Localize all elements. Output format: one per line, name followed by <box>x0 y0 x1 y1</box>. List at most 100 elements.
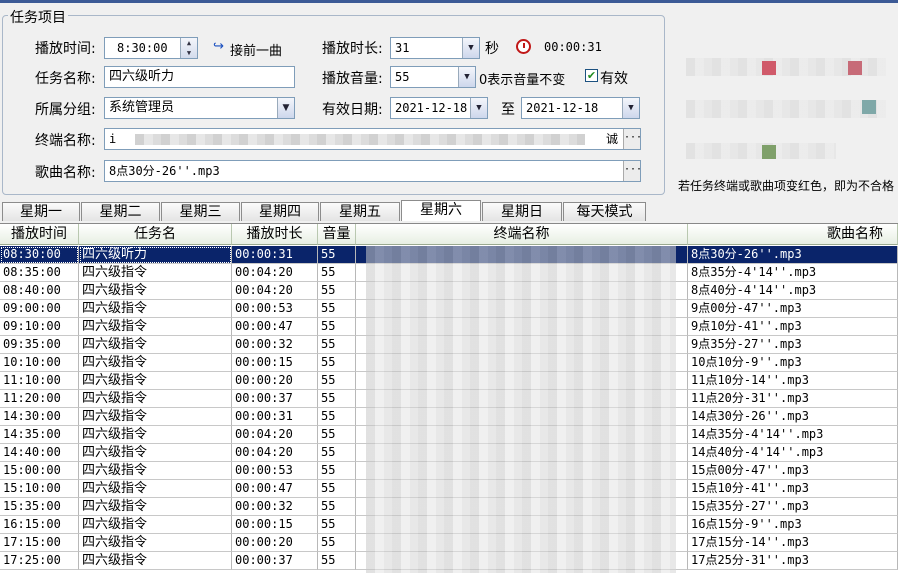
cell-song: 17点25分-31''.mp3 <box>688 552 898 570</box>
cell-time: 11:20:00 <box>0 390 79 408</box>
chevron-down-icon[interactable]: ▼ <box>622 98 639 118</box>
cell-time: 14:40:00 <box>0 444 79 462</box>
column-header-task-name[interactable]: 任务名 <box>79 224 232 245</box>
cell-time: 16:15:00 <box>0 516 79 534</box>
cell-duration: 00:00:47 <box>232 480 318 498</box>
cell-duration: 00:00:20 <box>232 534 318 552</box>
cell-time: 15:10:00 <box>0 480 79 498</box>
chevron-down-icon[interactable]: ▼ <box>462 38 479 58</box>
column-header-terminal[interactable]: 终端名称 <box>356 224 688 245</box>
volume-label: 播放音量: <box>322 71 383 87</box>
group-title: 任务项目 <box>8 7 68 27</box>
cell-time: 11:10:00 <box>0 372 79 390</box>
cell-task-name: 四六级指令 <box>79 516 232 534</box>
cell-time: 08:35:00 <box>0 264 79 282</box>
cell-task-name: 四六级指令 <box>79 390 232 408</box>
duration-label: 播放时长: <box>322 41 383 57</box>
cell-duration: 00:00:31 <box>232 408 318 426</box>
tab-sunday[interactable]: 星期日 <box>482 202 562 221</box>
play-time-label: 播放时间: <box>35 41 96 57</box>
tab-wednesday[interactable]: 星期三 <box>161 202 240 221</box>
redacted-side-row <box>686 143 836 159</box>
play-time-spinner[interactable]: ▲ ▼ <box>180 38 197 58</box>
cell-duration: 00:00:37 <box>232 552 318 570</box>
cell-volume: 55 <box>318 264 356 282</box>
cell-time: 08:40:00 <box>0 282 79 300</box>
cell-song: 8点35分-4'14''.mp3 <box>688 264 898 282</box>
schedule-table: 播放时间 任务名 播放时长 音量 终端名称 歌曲名称 08:30:00 四六级听力… <box>0 223 898 573</box>
task-name-input[interactable]: 四六级听力 <box>104 66 295 88</box>
window-top-border <box>0 0 898 3</box>
column-header-volume[interactable]: 音量 <box>318 224 356 245</box>
color-swatch-green <box>762 145 776 159</box>
cell-task-name: 四六级指令 <box>79 282 232 300</box>
cell-volume: 55 <box>318 408 356 426</box>
terminal-browse-button[interactable]: ··· <box>623 129 640 149</box>
chevron-down-icon[interactable]: ▼ <box>277 98 294 118</box>
chevron-down-icon[interactable]: ▼ <box>470 98 487 118</box>
volume-select[interactable]: 55 ▼ <box>390 66 476 88</box>
cell-time: 15:00:00 <box>0 462 79 480</box>
group-select[interactable]: 系统管理员 ▼ <box>104 97 295 119</box>
tab-friday[interactable]: 星期五 <box>320 202 400 221</box>
cell-task-name: 四六级指令 <box>79 318 232 336</box>
tab-everyday-mode[interactable]: 每天模式 <box>563 202 646 221</box>
redacted-terminal-list <box>135 134 585 145</box>
cell-volume: 55 <box>318 426 356 444</box>
cell-task-name: 四六级指令 <box>79 426 232 444</box>
task-name-label: 任务名称: <box>35 71 96 87</box>
clock-icon <box>516 39 531 54</box>
side-note: 若任务终端或歌曲项变红色，即为不合格 <box>678 179 895 193</box>
cell-song: 8点30分-26''.mp3 <box>688 246 898 264</box>
follow-icon: ↪ <box>213 39 224 54</box>
column-header-time[interactable]: 播放时间 <box>0 224 79 245</box>
cell-volume: 55 <box>318 552 356 570</box>
date-from-picker[interactable]: 2021-12-18 ▼ <box>390 97 488 119</box>
cell-time: 14:30:00 <box>0 408 79 426</box>
seconds-label: 秒 <box>485 41 499 57</box>
song-label: 歌曲名称: <box>35 165 96 181</box>
duration-select[interactable]: 31 ▼ <box>390 37 480 59</box>
cell-task-name: 四六级指令 <box>79 300 232 318</box>
terminal-input[interactable]: i 诚 ··· <box>104 128 641 150</box>
date-to-picker[interactable]: 2021-12-18 ▼ <box>521 97 640 119</box>
cell-duration: 00:04:20 <box>232 282 318 300</box>
cell-song: 8点40分-4'14''.mp3 <box>688 282 898 300</box>
cell-song: 15点35分-27''.mp3 <box>688 498 898 516</box>
color-swatch-pink <box>848 61 862 75</box>
cell-task-name: 四六级指令 <box>79 498 232 516</box>
valid-checkbox[interactable]: ✔ <box>585 69 598 82</box>
cell-task-name: 四六级指令 <box>79 372 232 390</box>
cell-time: 17:25:00 <box>0 552 79 570</box>
cell-task-name: 四六级指令 <box>79 552 232 570</box>
color-swatch-red <box>762 61 776 75</box>
valid-label: 有效 <box>600 71 628 87</box>
tab-saturday[interactable]: 星期六 <box>401 200 481 221</box>
cell-song: 14点35分-4'14''.mp3 <box>688 426 898 444</box>
tab-thursday[interactable]: 星期四 <box>241 202 319 221</box>
cell-duration: 00:00:32 <box>232 498 318 516</box>
cell-task-name: 四六级指令 <box>79 264 232 282</box>
tab-tuesday[interactable]: 星期二 <box>81 202 160 221</box>
cell-time: 17:15:00 <box>0 534 79 552</box>
cell-song: 16点15分-9''.mp3 <box>688 516 898 534</box>
tab-monday[interactable]: 星期一 <box>2 202 80 221</box>
cell-time: 15:35:00 <box>0 498 79 516</box>
terminal-label: 终端名称: <box>35 133 96 149</box>
cell-duration: 00:00:53 <box>232 462 318 480</box>
song-input[interactable]: 8点30分-26''.mp3 ··· <box>104 160 641 182</box>
follow-prev-button[interactable]: 接前一曲 <box>230 40 282 59</box>
chevron-down-icon[interactable]: ▼ <box>458 67 475 87</box>
cell-song: 14点40分-4'14''.mp3 <box>688 444 898 462</box>
cell-volume: 55 <box>318 516 356 534</box>
song-browse-button[interactable]: ··· <box>623 161 640 181</box>
cell-song: 9点35分-27''.mp3 <box>688 336 898 354</box>
column-header-duration[interactable]: 播放时长 <box>232 224 318 245</box>
cell-song: 10点10分-9''.mp3 <box>688 354 898 372</box>
cell-task-name: 四六级指令 <box>79 354 232 372</box>
play-time-input[interactable]: 8:30:00 ▲ ▼ <box>104 37 198 59</box>
weekday-tabs: 星期一 星期二 星期三 星期四 星期五 星期六 星期日 每天模式 <box>0 200 898 222</box>
cell-duration: 00:00:15 <box>232 354 318 372</box>
date-to-label: 至 <box>501 102 515 118</box>
column-header-song[interactable]: 歌曲名称 <box>688 224 898 245</box>
